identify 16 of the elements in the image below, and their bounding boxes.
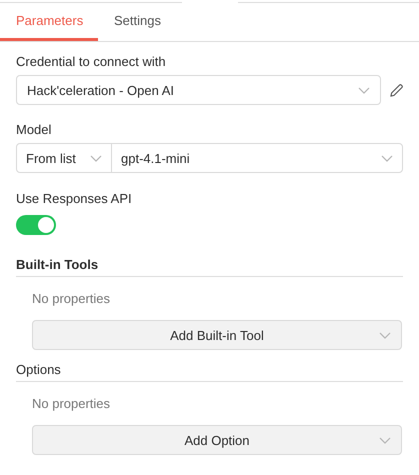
field-label: Credential to connect with bbox=[16, 54, 167, 70]
chevron-down-icon bbox=[358, 86, 370, 94]
empty-text: No properties bbox=[31, 291, 112, 306]
empty-text: No properties bbox=[31, 396, 112, 411]
add-dropdown-button[interactable]: Add Built-in Tool bbox=[32, 320, 402, 350]
pencil-icon[interactable] bbox=[390, 84, 403, 96]
chevron-down-icon bbox=[379, 437, 391, 444]
chevron-down-icon bbox=[379, 332, 391, 339]
field-label: Model bbox=[16, 122, 52, 138]
toggle-switch[interactable] bbox=[16, 215, 56, 235]
section-title: Options bbox=[16, 362, 403, 382]
field-label: Use Responses API bbox=[16, 191, 133, 207]
credential-select[interactable]: Hack'celeration - Open AI bbox=[16, 75, 381, 105]
add-dropdown-button[interactable]: Add Option bbox=[32, 425, 402, 455]
section-title: Built-in Tools bbox=[16, 257, 403, 277]
tab[interactable]: Settings bbox=[98, 0, 177, 41]
